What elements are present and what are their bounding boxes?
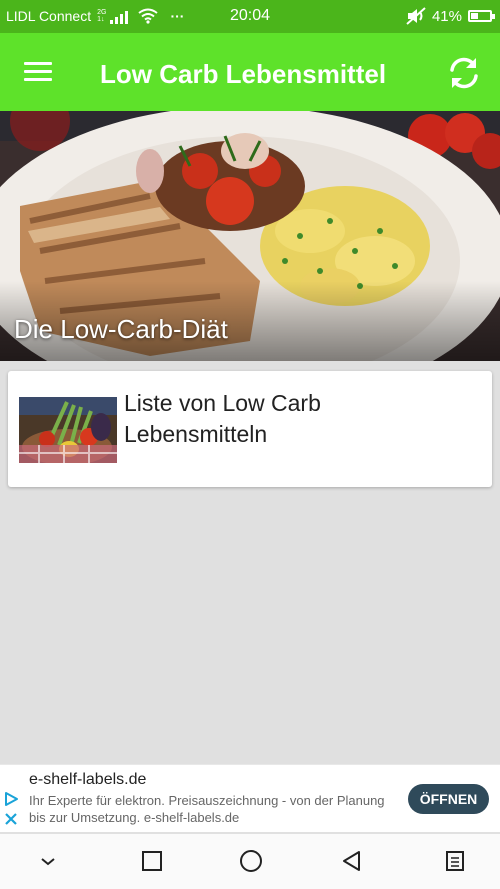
list-item-label: Liste von Low Carb Lebensmitteln: [124, 390, 321, 447]
status-bar: LIDL Connect 2G 1↓ ··· 20:04 41%: [0, 0, 500, 33]
system-nav-bar: [0, 834, 500, 889]
ad-banner[interactable]: e-shelf-labels.de Ihr Experte für elektr…: [0, 764, 500, 832]
hamburger-icon[interactable]: [24, 62, 52, 82]
back-icon[interactable]: [340, 849, 364, 873]
chevron-down-icon[interactable]: [36, 849, 60, 873]
menu-icon[interactable]: [443, 849, 467, 873]
recents-icon[interactable]: [140, 849, 164, 873]
vegetables-thumbnail: [19, 397, 117, 463]
ad-text: Ihr Experte für elektron. Preisauszeichn…: [29, 793, 385, 825]
battery-fill: [471, 13, 478, 19]
close-icon[interactable]: [4, 812, 18, 826]
list-item-card[interactable]: Liste von Low Carb Lebensmitteln: [8, 371, 492, 487]
volume-icon: [406, 7, 426, 25]
battery-percent: 41%: [431, 7, 462, 25]
home-icon[interactable]: [239, 849, 263, 873]
hero-banner[interactable]: Die Low-Carb-Diät: [0, 111, 500, 361]
app-title: Low Carb Lebensmittel: [100, 59, 387, 89]
hero-caption: Die Low-Carb-Diät: [14, 314, 228, 344]
status-right: 41%: [406, 7, 495, 25]
ad-title: e-shelf-labels.de: [29, 771, 147, 788]
app-bar: Low Carb Lebensmittel: [0, 33, 500, 111]
refresh-icon[interactable]: [446, 55, 482, 91]
open-button[interactable]: ÖFFNEN: [408, 784, 489, 814]
adchoices-icon[interactable]: [3, 791, 19, 807]
battery-icon: [468, 10, 495, 22]
